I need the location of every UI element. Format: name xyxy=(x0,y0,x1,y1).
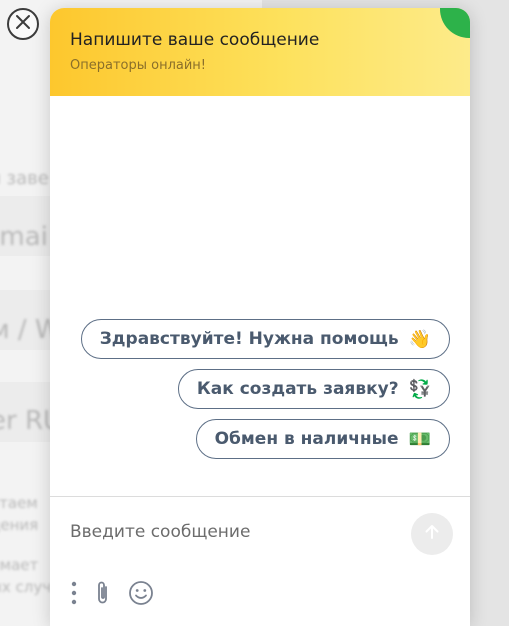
quick-reply-label: Здравствуйте! Нужна помощь xyxy=(99,329,399,349)
chat-widget: Напишите ваше сообщение Операторы онлайн… xyxy=(50,8,470,626)
close-icon xyxy=(15,14,31,34)
quick-reply-create-order[interactable]: Как создать заявку? 💱 xyxy=(177,369,450,409)
brand-corner-decoration xyxy=(440,8,470,38)
chat-subtitle: Операторы онлайн! xyxy=(70,58,207,73)
currency-exchange-icon: 💱 xyxy=(408,378,431,400)
input-divider xyxy=(50,496,470,497)
background-text: имает xyxy=(0,556,39,574)
background-text: отаем xyxy=(0,494,38,512)
quick-reply-help[interactable]: Здравствуйте! Нужна помощь 👋 xyxy=(80,319,450,359)
input-toolbar xyxy=(70,580,154,606)
chat-title: Напишите ваше сообщение xyxy=(70,30,320,50)
arrow-up-icon xyxy=(422,522,442,546)
more-vertical-icon[interactable] xyxy=(70,580,78,606)
chat-header: Напишите ваше сообщение Операторы онлайн… xyxy=(50,8,470,96)
background-text: я заве xyxy=(0,168,49,189)
smiley-icon[interactable] xyxy=(128,580,154,606)
quick-reply-label: Обмен в наличные xyxy=(214,429,399,449)
waving-hand-icon: 👋 xyxy=(408,328,431,350)
quick-reply-label: Как создать заявку? xyxy=(196,379,399,399)
background-text: -mai xyxy=(0,222,48,252)
dollar-banknote-icon: 💵 xyxy=(408,428,431,450)
send-button[interactable] xyxy=(411,513,453,555)
background-text: дения xyxy=(0,516,39,534)
background-text: ых случ xyxy=(0,578,52,596)
message-input[interactable]: Введите сообщение xyxy=(70,522,250,542)
paperclip-icon[interactable] xyxy=(94,580,112,606)
quick-reply-cash-exchange[interactable]: Обмен в наличные 💵 xyxy=(195,419,450,459)
quick-replies: Здравствуйте! Нужна помощь 👋 Как создать… xyxy=(80,319,450,469)
close-chat-button[interactable] xyxy=(7,8,39,40)
